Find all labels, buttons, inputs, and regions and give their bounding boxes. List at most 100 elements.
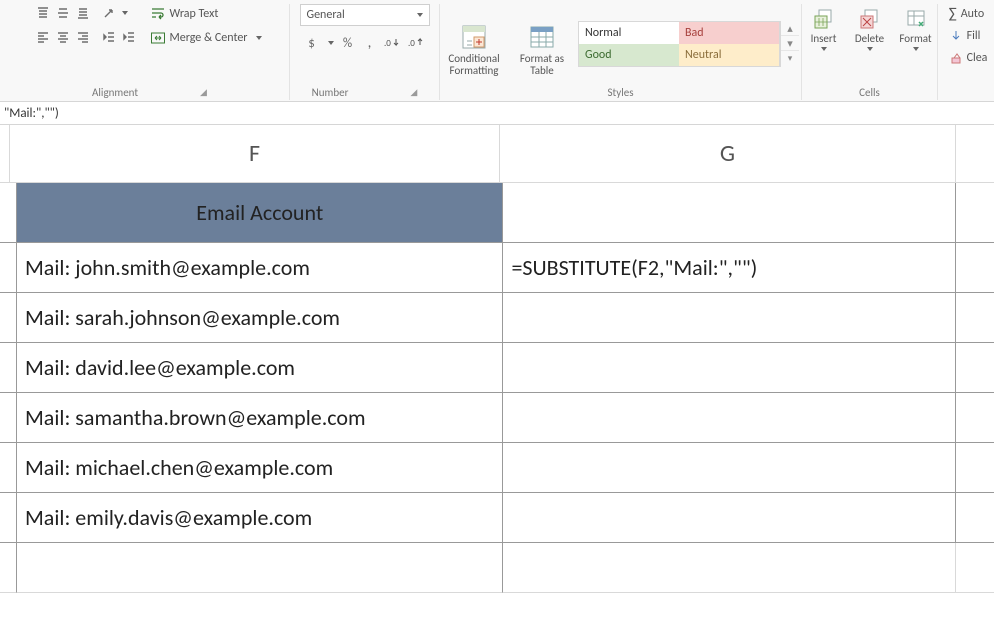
svg-text:.0: .0 <box>408 38 415 49</box>
cell-edge[interactable] <box>0 343 17 393</box>
cell-G8[interactable] <box>503 543 956 593</box>
format-as-table-button[interactable]: Format as Table <box>510 9 574 79</box>
cell-right[interactable] <box>956 443 994 493</box>
conditional-formatting-button[interactable]: Conditional Formatting <box>442 9 506 79</box>
cell-right[interactable] <box>956 183 994 243</box>
cell-F6[interactable]: Mail: michael.chen@example.com <box>17 443 503 493</box>
ribbon: Wrap Text Merge & Center Alignment ◢ Gene… <box>0 0 994 102</box>
delete-button[interactable]: Delete <box>848 8 892 51</box>
cell-right[interactable] <box>956 343 994 393</box>
cell-F5[interactable]: Mail: samantha.brown@example.com <box>17 393 503 443</box>
cell-F3[interactable]: Mail: sarah.johnson@example.com <box>17 293 503 343</box>
cell-F-header[interactable]: Email Account <box>17 183 503 243</box>
cell-G-header[interactable] <box>503 183 956 243</box>
style-neutral[interactable]: Neutral <box>679 44 779 66</box>
orientation-icon[interactable] <box>100 4 118 22</box>
group-number-label: Number <box>312 86 349 99</box>
number-format-value: General <box>307 8 345 22</box>
decrease-decimal-icon[interactable]: .0 <box>406 34 428 52</box>
align-center-icon[interactable] <box>54 28 72 46</box>
conditional-formatting-label: Conditional Formatting <box>448 53 499 77</box>
merge-dd-icon[interactable] <box>256 36 262 40</box>
clear-button[interactable]: Clea <box>949 48 988 68</box>
cell-G3[interactable] <box>503 293 956 343</box>
number-launcher-icon[interactable]: ◢ <box>410 87 417 98</box>
formula-bar-content: "Mail:","") <box>4 106 59 121</box>
group-cells: Insert Delete Format Cells <box>802 4 938 100</box>
col-header-G[interactable]: G <box>500 125 956 183</box>
cell-F4[interactable]: Mail: david.lee@example.com <box>17 343 503 393</box>
align-left-icon[interactable] <box>34 28 52 46</box>
insert-label: Insert <box>811 32 837 45</box>
number-format-dd-icon <box>417 13 423 17</box>
cell-F2[interactable]: Mail: john.smith@example.com <box>17 243 503 293</box>
merge-center-label: Merge & Center <box>170 31 248 45</box>
cell-G5[interactable] <box>503 393 956 443</box>
cell-F8[interactable] <box>17 543 503 593</box>
styles-scroll-down-icon[interactable]: ▾ <box>781 36 799 51</box>
merge-center-button[interactable]: Merge & Center <box>146 28 266 48</box>
fill-button[interactable]: Fill <box>949 26 981 46</box>
cell-G2[interactable]: =SUBSTITUTE(F2,"Mail:","") <box>503 243 956 293</box>
format-label: Format <box>899 32 931 45</box>
group-editing: ∑Auto Fill Clea <box>938 4 994 100</box>
cell-G7[interactable] <box>503 493 956 543</box>
insert-button[interactable]: Insert <box>802 8 846 51</box>
comma-icon[interactable]: , <box>360 34 380 52</box>
cell-edge[interactable] <box>0 293 17 343</box>
spreadsheet-grid[interactable]: F G Email Account Mail: john.smith@examp… <box>0 125 994 593</box>
increase-decimal-icon[interactable]: .0 <box>382 34 404 52</box>
align-middle-icon[interactable] <box>54 4 72 22</box>
number-format-select[interactable]: General <box>300 4 430 26</box>
delete-label: Delete <box>855 32 884 45</box>
cell-edge[interactable] <box>0 493 17 543</box>
fill-label: Fill <box>967 29 981 43</box>
cell-right[interactable] <box>956 293 994 343</box>
cell-right[interactable] <box>956 543 994 593</box>
autosum-button[interactable]: ∑Auto <box>949 4 985 24</box>
cell-right[interactable] <box>956 243 994 293</box>
cell-G6[interactable] <box>503 443 956 493</box>
currency-icon[interactable]: $ <box>300 34 324 52</box>
cell-edge[interactable] <box>0 393 17 443</box>
cell-styles-gallery[interactable]: Normal Bad Good Neutral <box>578 21 780 67</box>
col-header-right[interactable] <box>956 125 994 183</box>
cell-right[interactable] <box>956 493 994 543</box>
cell-F7[interactable]: Mail: emily.davis@example.com <box>17 493 503 543</box>
group-cells-label: Cells <box>859 86 880 99</box>
group-alignment: Wrap Text Merge & Center Alignment ◢ <box>10 4 290 100</box>
align-top-icon[interactable] <box>34 4 52 22</box>
format-button[interactable]: Format <box>894 8 938 51</box>
cell-edge[interactable] <box>0 243 17 293</box>
cell-edge[interactable] <box>0 183 17 243</box>
cell-right[interactable] <box>956 393 994 443</box>
orientation-dd-icon[interactable] <box>120 4 130 22</box>
cell-edge[interactable] <box>0 543 17 593</box>
group-number: General $ % , .0 .0 Number ◢ <box>290 4 440 100</box>
autosum-label: Auto <box>961 7 984 21</box>
style-good[interactable]: Good <box>579 44 679 66</box>
percent-icon[interactable]: % <box>338 34 358 52</box>
wrap-text-button[interactable]: Wrap Text <box>146 4 266 24</box>
styles-scroll-up-icon[interactable]: ▴ <box>781 21 799 36</box>
style-normal[interactable]: Normal <box>579 22 679 44</box>
wrap-text-label: Wrap Text <box>170 7 219 21</box>
cell-G4[interactable] <box>503 343 956 393</box>
group-alignment-label: Alignment <box>92 86 138 99</box>
increase-indent-icon[interactable] <box>120 28 138 46</box>
col-header-edge[interactable] <box>0 125 10 183</box>
styles-more-icon[interactable]: ▾ <box>781 51 799 66</box>
style-bad[interactable]: Bad <box>679 22 779 44</box>
group-styles-label: Styles <box>607 86 633 99</box>
currency-dd-icon[interactable] <box>326 34 336 52</box>
align-right-icon[interactable] <box>74 28 92 46</box>
align-bottom-icon[interactable] <box>74 4 92 22</box>
clear-label: Clea <box>967 51 988 65</box>
svg-text:.0: .0 <box>384 38 391 49</box>
decrease-indent-icon[interactable] <box>100 28 118 46</box>
alignment-launcher-icon[interactable]: ◢ <box>200 87 207 98</box>
col-header-F[interactable]: F <box>10 125 500 183</box>
formula-bar[interactable]: "Mail:","") <box>0 102 994 125</box>
format-as-table-label: Format as Table <box>520 53 564 77</box>
cell-edge[interactable] <box>0 443 17 493</box>
